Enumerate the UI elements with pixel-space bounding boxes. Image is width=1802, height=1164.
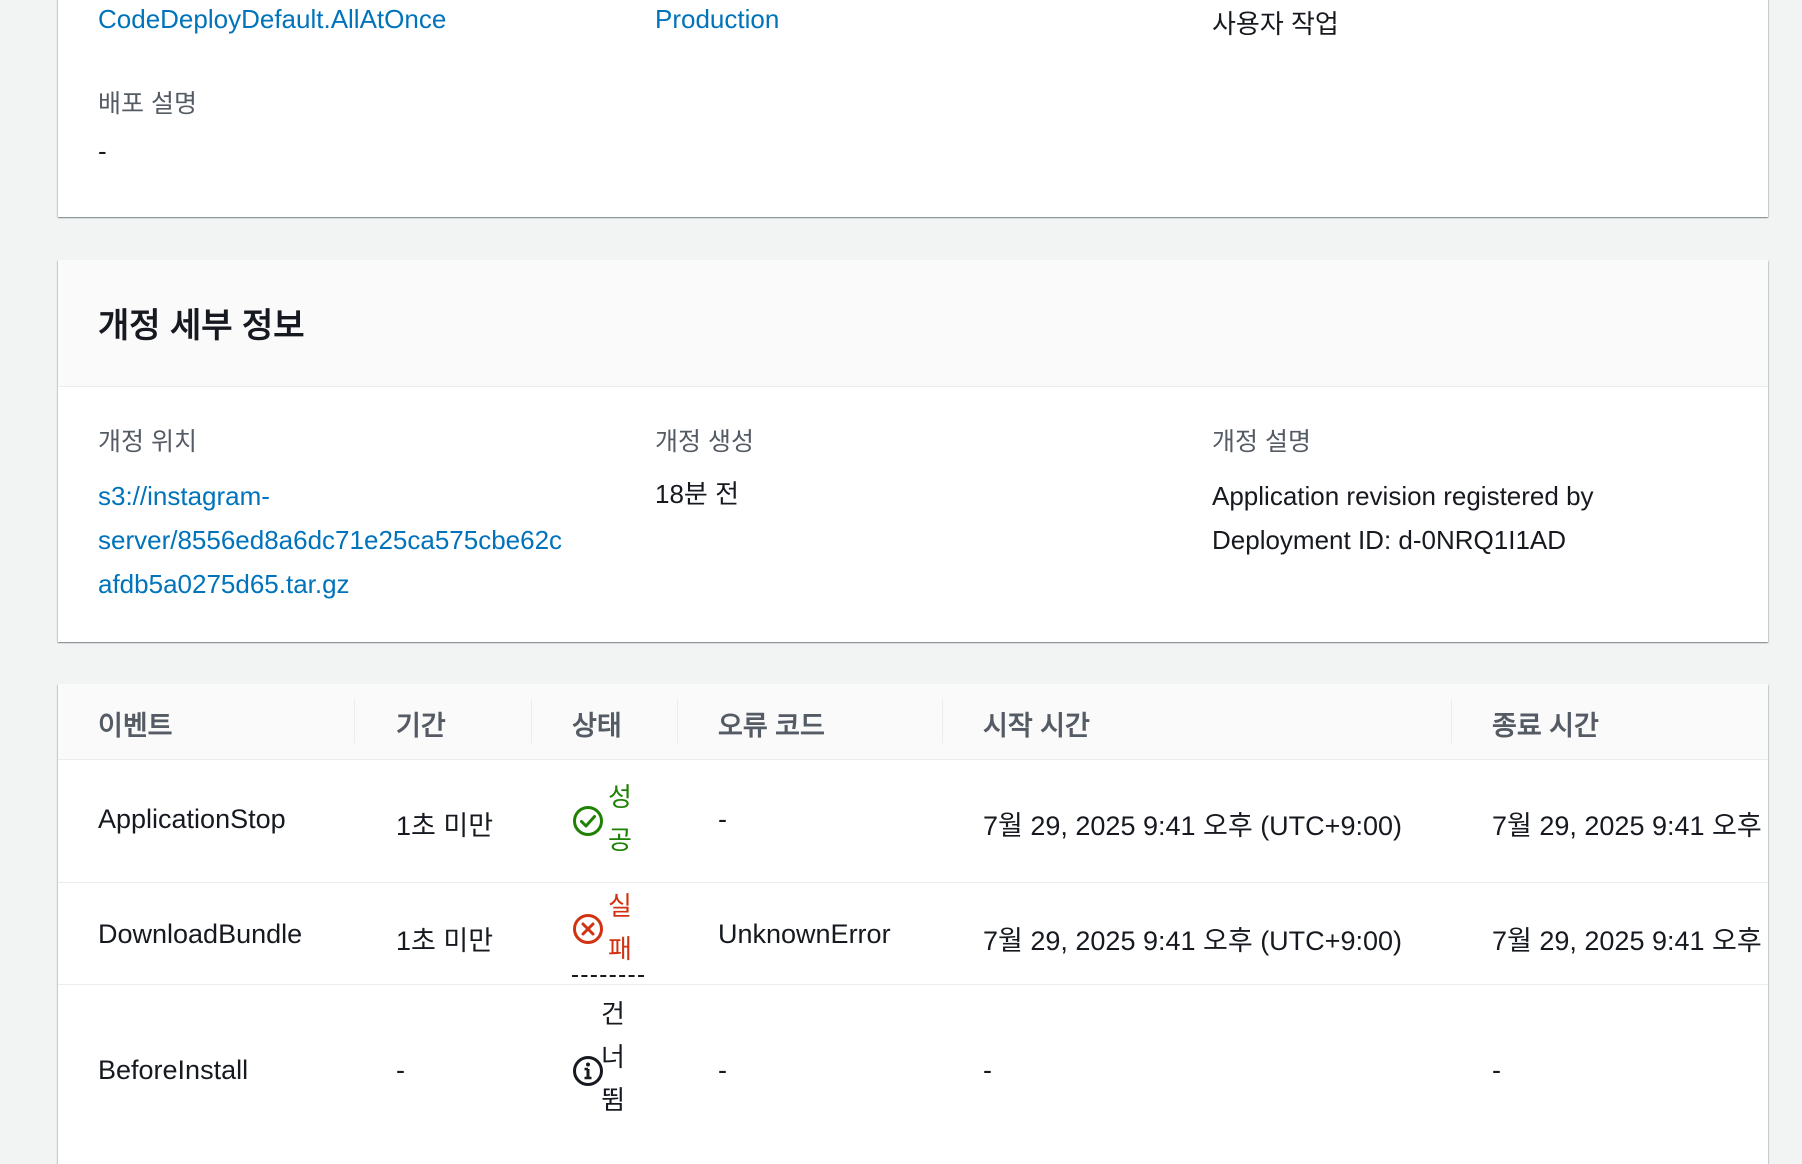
revision-description-label: 개정 설명 [1212, 428, 1311, 456]
column-divider[interactable] [677, 699, 678, 743]
revision-description-line: Application revision registered by [1212, 481, 1594, 511]
column-divider[interactable] [1451, 699, 1452, 743]
initiator-value: 사용자 작업 [1212, 9, 1339, 39]
column-divider[interactable] [354, 699, 355, 743]
event-name: BeforeInstall [98, 1055, 249, 1085]
status-text: 건 너 뜀 [598, 993, 628, 1122]
deployment-config-link[interactable]: CodeDeployDefault.AllAtOnce [98, 4, 446, 35]
revision-description-line: Deployment ID: d-0NRQ1I1AD [1212, 525, 1567, 555]
status-success: 성 공 [572, 776, 642, 866]
status-char: 성 [608, 782, 632, 812]
revision-details-card: 개정 세부 정보 개정 위치 s3://instagram- server/85… [58, 260, 1768, 642]
status-char: 뜀 [601, 1085, 625, 1115]
revision-location-link[interactable]: s3://instagram- server/8556ed8a6dc71e25c… [98, 474, 562, 606]
revision-created-value: 18분 전 [655, 479, 739, 509]
deployment-group-link[interactable]: Production [655, 4, 779, 35]
revision-details-header: 개정 세부 정보 [58, 260, 1768, 387]
deployment-details-card: CodeDeployDefault.AllAtOnce Production 사… [58, 0, 1768, 217]
event-end-time: 7월 29, 2025 9:41 오후 [1492, 926, 1762, 956]
status-char: 공 [608, 825, 632, 855]
error-icon [573, 914, 603, 944]
event-error-code: - [718, 1055, 727, 1085]
status-char: 실 [608, 891, 632, 921]
status-char: 패 [608, 934, 632, 964]
column-header-event[interactable]: 이벤트 [98, 704, 173, 743]
status-text: 실 패 [605, 885, 635, 971]
event-duration: 1초 미만 [396, 811, 494, 841]
event-duration: - [396, 1055, 405, 1085]
error-code-link[interactable]: UnknownError [718, 919, 891, 950]
revision-details-title: 개정 세부 정보 [98, 307, 305, 345]
column-header-error-code[interactable]: 오류 코드 [718, 704, 825, 743]
event-name: DownloadBundle [98, 919, 303, 949]
revision-created-label: 개정 생성 [655, 428, 754, 456]
event-name: ApplicationStop [98, 804, 286, 834]
column-divider[interactable] [531, 699, 532, 743]
success-icon [573, 806, 603, 836]
column-header-status[interactable]: 상태 [572, 704, 622, 743]
table-row: BeforeInstall - 건 너 뜀 - - - [58, 985, 1768, 1155]
lifecycle-events-table: 이벤트 기간 상태 오류 코드 시작 시간 종료 시간 ApplicationS… [58, 684, 1768, 1164]
event-duration: 1초 미만 [396, 926, 494, 956]
deployment-description-value: - [98, 136, 107, 166]
revision-location-line[interactable]: afdb5a0275d65.tar.gz [98, 562, 562, 606]
deployment-description-label: 배포 설명 [98, 90, 197, 118]
status-text: 성 공 [605, 776, 635, 862]
event-error-code: - [718, 804, 727, 834]
column-header-end-time[interactable]: 종료 시간 [1492, 704, 1599, 743]
column-header-duration[interactable]: 기간 [396, 704, 446, 743]
column-divider[interactable] [942, 699, 943, 743]
status-char: 건 [601, 999, 625, 1029]
event-start-time: 7월 29, 2025 9:41 오후 (UTC+9:00) [983, 811, 1402, 841]
column-header-start-time[interactable]: 시작 시간 [983, 704, 1090, 743]
table-row: DownloadBundle 1초 미만 실 패 UnknownError 7월… [58, 883, 1768, 985]
revision-location-label: 개정 위치 [98, 428, 197, 456]
event-start-time: - [983, 1055, 992, 1085]
revision-location-line[interactable]: s3://instagram- [98, 474, 562, 518]
revision-description-value: Application revision registered by Deplo… [1212, 474, 1594, 562]
table-header: 이벤트 기간 상태 오류 코드 시작 시간 종료 시간 [58, 684, 1768, 760]
event-end-time: - [1492, 1055, 1501, 1085]
status-failed-popover-trigger[interactable]: 실 패 [572, 885, 644, 977]
event-end-time: 7월 29, 2025 9:41 오후 [1492, 811, 1762, 841]
status-skipped: 건 너 뜀 [572, 993, 642, 1133]
revision-location-line[interactable]: server/8556ed8a6dc71e25ca575cbe62c [98, 518, 562, 562]
table-row: ApplicationStop 1초 미만 성 공 - 7월 29, 2025 … [58, 760, 1768, 883]
event-start-time: 7월 29, 2025 9:41 오후 (UTC+9:00) [983, 926, 1402, 956]
status-char: 너 [601, 1042, 625, 1072]
